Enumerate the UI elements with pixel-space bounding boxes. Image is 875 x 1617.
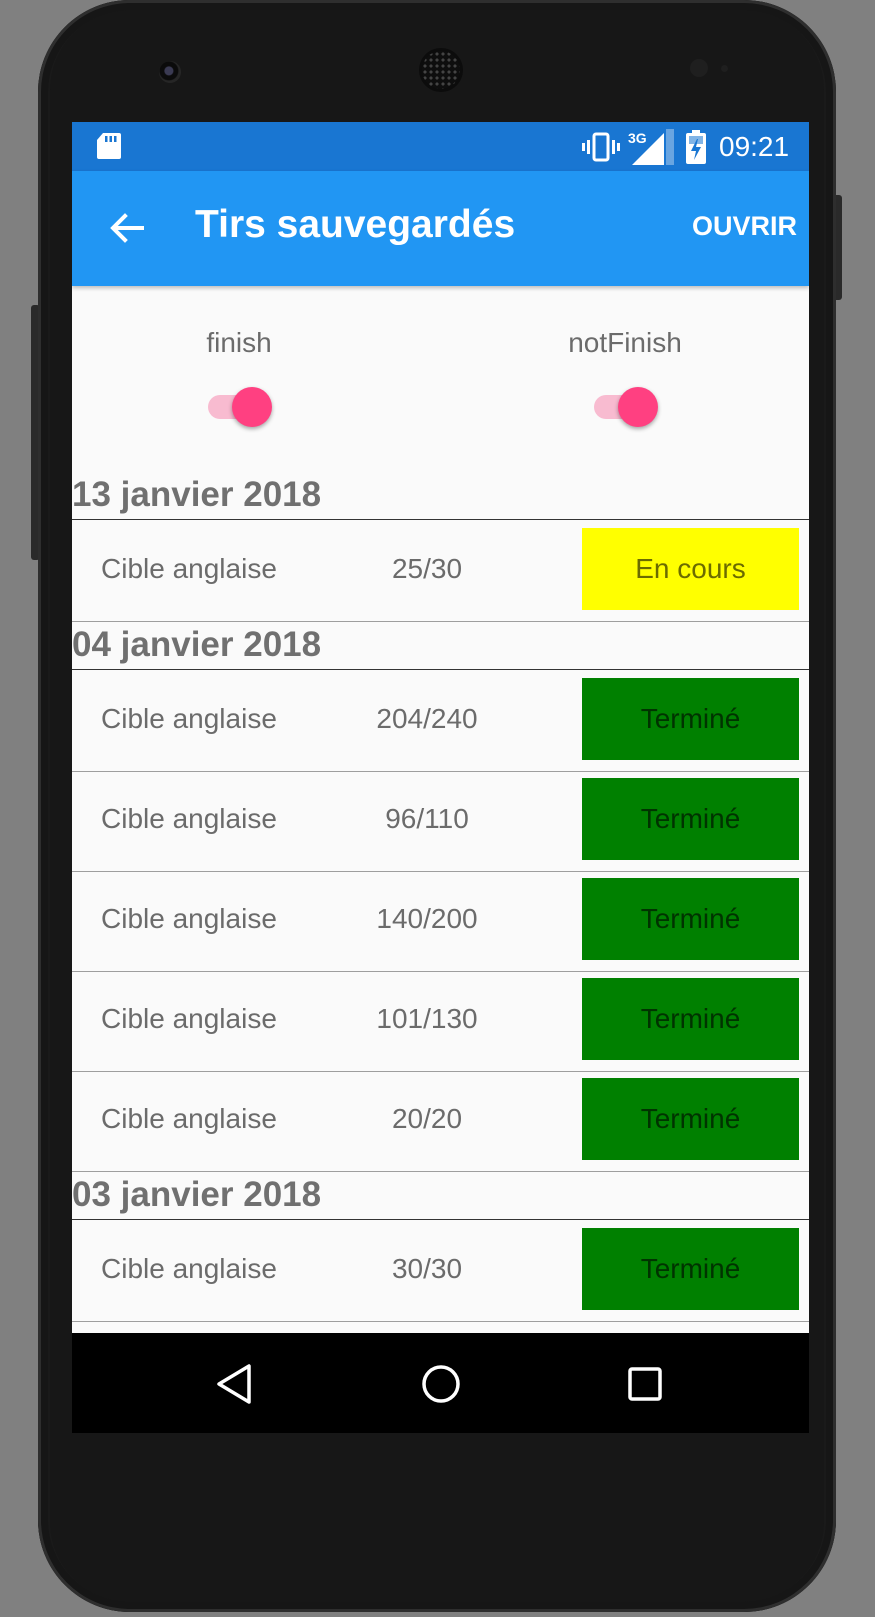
score-label: 20/20 (391, 1103, 463, 1134)
filter-finish-label: finish (206, 327, 272, 358)
session-row[interactable]: Cible anglaise 20/20 Terminé (72, 1069, 809, 1172)
target-label: Cible anglaise (101, 903, 277, 934)
nav-recents-icon[interactable] (627, 1366, 663, 1402)
score-label: 96/110 (385, 803, 469, 834)
open-button[interactable]: OUVRIR (692, 211, 797, 242)
front-camera-icon (159, 61, 181, 83)
score-label: 25/30 (391, 553, 463, 584)
app-bar: Tirs sauvegardés OUVRIR (72, 171, 809, 286)
arrow-back-icon[interactable] (104, 205, 150, 251)
score-label: 204/240 (376, 703, 478, 734)
app-screen: 3G 09:21 Tirs sauvegardés OUVRIR finish (72, 122, 809, 1433)
date-header-label: 13 janvier 2018 (72, 475, 322, 514)
status-badge: Terminé (582, 1228, 799, 1310)
target-label: Cible anglaise (101, 1003, 277, 1034)
network-type-label: 3G (628, 130, 647, 146)
proximity-sensor-icon (690, 59, 708, 77)
status-badge: Terminé (582, 978, 799, 1060)
status-badge: Terminé (582, 678, 799, 760)
signal-icon: 3G (628, 129, 674, 165)
finish-toggle[interactable] (206, 385, 272, 429)
score-label: 101/130 (376, 1003, 478, 1034)
navigation-bar (72, 1333, 809, 1433)
session-row[interactable]: Cible anglaise 96/110 Terminé (72, 769, 809, 872)
nav-back-icon[interactable] (215, 1363, 255, 1405)
vibrate-icon (582, 132, 620, 162)
filter-not-finish: notFinish (515, 327, 735, 429)
nav-home-icon[interactable] (419, 1362, 463, 1406)
target-label: Cible anglaise (101, 803, 277, 834)
filter-not-finish-label: notFinish (568, 327, 682, 358)
session-row[interactable]: Cible anglaise 140/200 Terminé (72, 869, 809, 972)
clock: 09:21 (719, 131, 790, 162)
not-finish-toggle-thumb (618, 387, 658, 427)
date-header: 03 janvier 2018 (72, 1169, 809, 1220)
not-finish-toggle[interactable] (592, 385, 658, 429)
target-label: Cible anglaise (101, 1253, 277, 1284)
session-row[interactable]: Cible anglaise 101/130 Terminé (72, 969, 809, 1072)
target-label: Cible anglaise (101, 1103, 277, 1134)
date-header: 13 janvier 2018 (72, 469, 809, 520)
filter-finish: finish (129, 327, 349, 429)
score-label: 30/30 (391, 1253, 463, 1284)
score-label: 140/200 (376, 903, 478, 934)
status-badge: Terminé (582, 878, 799, 960)
date-header: 04 janvier 2018 (72, 619, 809, 670)
light-sensor-icon (721, 65, 728, 72)
session-row[interactable]: Cible anglaise 204/240 Terminé (72, 669, 809, 772)
session-row[interactable]: Cible anglaise 30/30 Terminé (72, 1219, 809, 1322)
status-badge: En cours (582, 528, 799, 610)
date-header-label: 03 janvier 2018 (72, 1175, 322, 1214)
target-label: Cible anglaise (101, 553, 277, 584)
sd-card-icon (97, 133, 121, 159)
status-badge: Terminé (582, 778, 799, 860)
battery-charging-icon (686, 130, 706, 164)
status-bar: 3G 09:21 (72, 122, 809, 171)
device-frame: 3G 09:21 Tirs sauvegardés OUVRIR finish (0, 0, 875, 1617)
earpiece-speaker-icon (422, 51, 460, 89)
target-label: Cible anglaise (101, 703, 277, 734)
session-row[interactable]: Cible anglaise 25/30 En cours (72, 519, 809, 622)
finish-toggle-thumb (232, 387, 272, 427)
status-badge: Terminé (582, 1078, 799, 1160)
page-title: Tirs sauvegardés (195, 203, 516, 246)
date-header-label: 04 janvier 2018 (72, 625, 322, 664)
